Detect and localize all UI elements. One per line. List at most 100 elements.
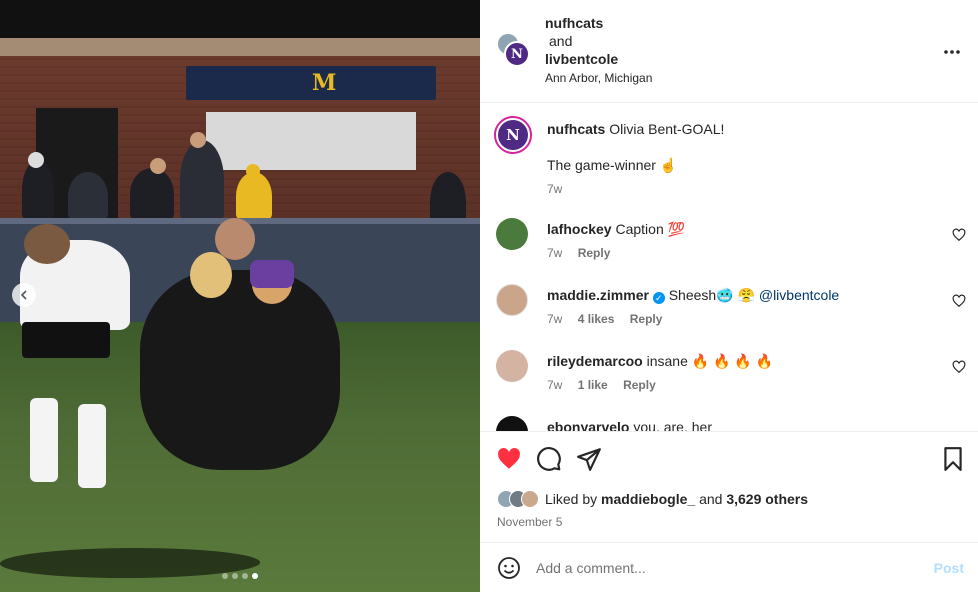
players-huddle bbox=[140, 270, 340, 470]
nu-logo: N bbox=[498, 120, 528, 150]
comment-item: rileydemarcoo insane 🔥 🔥 🔥 🔥 7w 1 like R… bbox=[480, 350, 978, 402]
comment-mention[interactable]: @livbentcole bbox=[759, 287, 839, 303]
reply-button[interactable]: Reply bbox=[630, 312, 663, 326]
chevron-left-icon bbox=[20, 290, 27, 300]
like-comment-heart-icon[interactable] bbox=[952, 360, 966, 374]
post-panel: N nufhcats and livbentcole Ann Arbor, Mi… bbox=[480, 0, 978, 592]
caption-time[interactable]: 7w bbox=[547, 182, 562, 196]
player-head bbox=[190, 252, 232, 298]
caption-meta: 7w bbox=[547, 180, 938, 198]
comment-avatar[interactable] bbox=[496, 350, 528, 382]
comment-body: maddie.zimmer ✓ Sheesh🥶 😤 @livbentcole 7… bbox=[547, 286, 938, 328]
header-username-1[interactable]: nufhcats bbox=[545, 15, 603, 31]
comment-input[interactable] bbox=[536, 556, 916, 580]
post-photo[interactable]: M bbox=[0, 0, 480, 592]
likes-count[interactable]: 3,629 others bbox=[726, 491, 808, 507]
liked-heart-icon[interactable] bbox=[496, 446, 522, 472]
carousel-dot bbox=[222, 573, 228, 579]
comment-likes[interactable]: 4 likes bbox=[578, 312, 615, 326]
comment-time[interactable]: 7w bbox=[547, 312, 562, 326]
caption-avatar[interactable]: N bbox=[494, 116, 532, 154]
comment-username[interactable]: rileydemarcoo bbox=[547, 353, 643, 369]
comment-username[interactable]: lafhockey bbox=[547, 221, 612, 237]
comment-body: lafhockey Caption 💯 7w Reply bbox=[547, 220, 938, 262]
carousel-dot bbox=[232, 573, 238, 579]
spectator bbox=[68, 172, 108, 220]
comment-meta: 7w 1 like Reply bbox=[547, 376, 938, 394]
verified-badge-icon: ✓ bbox=[652, 292, 665, 304]
comment-composer: Post bbox=[480, 542, 978, 592]
carousel-dot bbox=[242, 573, 248, 579]
photo-sky bbox=[0, 0, 480, 40]
comment-time[interactable]: 7w bbox=[547, 378, 562, 392]
save-bookmark-icon[interactable] bbox=[940, 446, 966, 472]
carousel-dots bbox=[222, 573, 258, 579]
spectator bbox=[180, 140, 224, 220]
michigan-logo: M bbox=[312, 70, 337, 96]
player-sock bbox=[30, 398, 58, 482]
comment-avatar[interactable] bbox=[496, 218, 528, 250]
likes-and: and bbox=[699, 491, 723, 507]
comment-username[interactable]: maddie.zimmer bbox=[547, 287, 649, 303]
player-sock bbox=[78, 404, 106, 488]
caption-body: nufhcats Olivia Bent-GOAL! The game-winn… bbox=[547, 120, 938, 198]
spectator-head bbox=[246, 164, 260, 178]
comment-text: you. are. her bbox=[633, 419, 712, 431]
more-options-button[interactable] bbox=[944, 38, 960, 58]
caption-line-1: Olivia Bent-GOAL! bbox=[609, 121, 725, 137]
header-username-2[interactable]: livbentcole bbox=[545, 51, 618, 67]
like-comment-heart-icon[interactable] bbox=[952, 228, 966, 242]
header-and: and bbox=[549, 33, 573, 49]
comment-time[interactable]: 7w bbox=[547, 246, 562, 260]
post-comment-button[interactable]: Post bbox=[934, 560, 964, 576]
player-shorts bbox=[22, 322, 110, 358]
photo-sign bbox=[186, 66, 436, 100]
comment-item: maddie.zimmer ✓ Sheesh🥶 😤 @livbentcole 7… bbox=[480, 284, 978, 336]
spectator bbox=[130, 168, 174, 220]
comment-body: ebonyarvelo you. are. her bbox=[547, 418, 938, 431]
header-text: nufhcats and livbentcole Ann Arbor, Mich… bbox=[545, 14, 652, 87]
comment-avatar[interactable] bbox=[496, 416, 528, 431]
spectator-head bbox=[190, 132, 206, 148]
comment-avatar[interactable] bbox=[496, 284, 528, 316]
action-bar: Liked by maddiebogle_ and 3,629 others N… bbox=[480, 431, 978, 542]
avatar-nufhcats: N bbox=[504, 41, 530, 67]
comment-username[interactable]: ebonyarvelo bbox=[547, 419, 629, 431]
collab-avatars[interactable]: N bbox=[496, 32, 532, 68]
comments-list[interactable]: N nufhcats Olivia Bent-GOAL! The game-wi… bbox=[480, 104, 978, 431]
photo-awning bbox=[206, 112, 416, 170]
player-head bbox=[24, 224, 70, 264]
caption-username[interactable]: nufhcats bbox=[547, 121, 605, 137]
comment-text: insane 🔥 🔥 🔥 🔥 bbox=[646, 353, 774, 369]
liker-avatar bbox=[521, 490, 539, 508]
emoji-icon[interactable] bbox=[497, 556, 521, 580]
player-head bbox=[215, 218, 255, 260]
more-dots-icon bbox=[944, 50, 960, 54]
reply-button[interactable]: Reply bbox=[578, 246, 611, 260]
previous-photo-button[interactable] bbox=[12, 283, 36, 307]
spectator bbox=[22, 160, 54, 220]
comment-item: ebonyarvelo you. are. her bbox=[480, 416, 978, 431]
comment-icon[interactable] bbox=[536, 446, 562, 472]
caption-line-2: The game-winner ☝️ bbox=[547, 157, 678, 173]
likes-summary: Liked by maddiebogle_ and 3,629 others bbox=[497, 490, 808, 508]
spectator bbox=[236, 172, 272, 220]
comment-meta: 7w Reply bbox=[547, 244, 938, 262]
comment-likes[interactable]: 1 like bbox=[578, 378, 608, 392]
comment-item: lafhockey Caption 💯 7w Reply bbox=[480, 218, 978, 270]
purple-band bbox=[250, 260, 294, 288]
comment-text: Sheesh🥶 😤 bbox=[668, 287, 755, 303]
location-link[interactable]: Ann Arbor, Michigan bbox=[545, 69, 652, 87]
comment-meta: 7w 4 likes Reply bbox=[547, 310, 938, 328]
comment-text: Caption 💯 bbox=[615, 221, 686, 237]
share-icon[interactable] bbox=[576, 446, 602, 472]
post-date[interactable]: November 5 bbox=[497, 515, 562, 529]
likes-text: Liked by maddiebogle_ and 3,629 others bbox=[545, 491, 808, 507]
likes-prefix: Liked by bbox=[545, 491, 598, 507]
caption: N nufhcats Olivia Bent-GOAL! The game-wi… bbox=[480, 116, 978, 206]
carousel-dot-active bbox=[252, 573, 258, 579]
post-header: N nufhcats and livbentcole Ann Arbor, Mi… bbox=[480, 0, 978, 103]
reply-button[interactable]: Reply bbox=[623, 378, 656, 392]
likes-user[interactable]: maddiebogle_ bbox=[601, 491, 695, 507]
like-comment-heart-icon[interactable] bbox=[952, 294, 966, 308]
